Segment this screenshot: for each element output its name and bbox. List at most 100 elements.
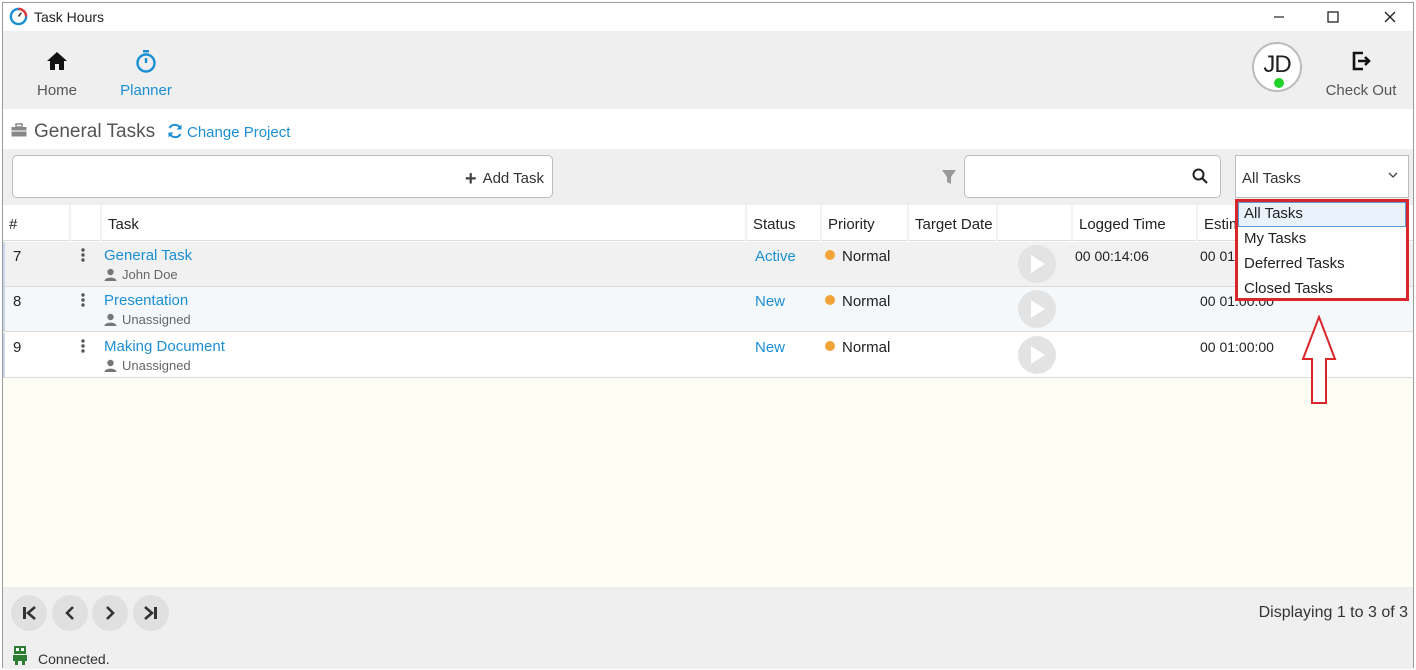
task-name-link[interactable]: Making Document <box>104 338 225 355</box>
task-assignee: Unassigned <box>104 312 191 327</box>
change-project-label: Change Project <box>187 124 291 141</box>
priority-label: Normal <box>825 339 890 356</box>
nav-check-out-label: Check Out <box>1325 82 1397 99</box>
row-id: 9 <box>13 339 22 356</box>
avatar-initials: JD <box>1263 51 1291 78</box>
priority-label: Normal <box>825 248 890 265</box>
task-filter-select[interactable]: All Tasks <box>1235 155 1409 198</box>
nav-home[interactable]: Home <box>17 49 97 99</box>
column-header-id: # <box>9 216 18 233</box>
maximize-button[interactable] <box>1304 3 1362 31</box>
last-page-button[interactable] <box>133 595 169 631</box>
status-label[interactable]: Active <box>755 248 796 265</box>
start-timer-button[interactable] <box>1018 245 1056 283</box>
plus-icon: + <box>464 168 477 190</box>
estimated-time: 00 01:00:00 <box>1200 339 1274 355</box>
dropdown-option-deferred-tasks[interactable]: Deferred Tasks <box>1238 252 1406 277</box>
first-page-button[interactable] <box>11 595 47 631</box>
row-menu-icon[interactable] <box>81 293 85 307</box>
task-filter-selected: All Tasks <box>1242 170 1301 187</box>
search-icon[interactable] <box>1192 168 1208 184</box>
play-icon <box>1031 255 1045 273</box>
user-icon <box>104 313 117 326</box>
column-header-actions <box>69 205 100 241</box>
maximize-icon <box>1327 11 1339 23</box>
online-status-dot <box>1274 78 1284 88</box>
column-header-priority[interactable]: Priority <box>820 205 907 241</box>
priority-dot-icon <box>825 250 835 260</box>
filter-icon[interactable] <box>941 169 957 185</box>
last-page-icon <box>144 606 157 620</box>
check-out-icon <box>1352 51 1371 71</box>
status-bar: Connected. <box>3 637 1413 669</box>
user-avatar[interactable]: JD <box>1252 42 1302 92</box>
header-nav: Home Planner JD Check Out <box>3 31 1413 109</box>
close-button[interactable] <box>1361 3 1416 31</box>
play-icon <box>1031 300 1045 318</box>
nav-home-label: Home <box>36 82 77 99</box>
app-window: Task Hours Home Planner JD Check Out Gen… <box>2 2 1414 669</box>
task-filter-dropdown: All Tasks My Tasks Deferred Tasks Closed… <box>1235 199 1409 301</box>
column-header-timer <box>996 205 1071 241</box>
app-logo-icon <box>9 7 28 26</box>
toolbar: + Add Task All Tasks <box>3 149 1413 205</box>
priority-text: Normal <box>842 293 891 310</box>
row-menu-icon[interactable] <box>81 339 85 353</box>
add-task-field[interactable]: + Add Task <box>12 155 553 198</box>
status-label[interactable]: New <box>755 293 785 310</box>
search-field[interactable] <box>964 155 1221 198</box>
minimize-button[interactable] <box>1250 3 1308 31</box>
project-title: General Tasks <box>34 121 156 142</box>
start-timer-button[interactable] <box>1018 336 1056 374</box>
nav-planner[interactable]: Planner <box>106 49 186 99</box>
dropdown-option-all-tasks[interactable]: All Tasks <box>1238 202 1406 227</box>
annotation-arrow-icon <box>1301 315 1337 404</box>
start-timer-button[interactable] <box>1018 290 1056 328</box>
status-label[interactable]: New <box>755 339 785 356</box>
row-id: 7 <box>13 248 22 265</box>
title-bar: Task Hours <box>3 3 1413 31</box>
column-header-status[interactable]: Status <box>745 205 820 241</box>
stopwatch-icon <box>136 50 156 73</box>
table-row[interactable]: 8 Presentation Unassigned New Normal 00 … <box>3 287 1413 332</box>
first-page-icon <box>23 606 36 620</box>
chevron-right-icon <box>106 606 115 620</box>
minimize-icon <box>1274 16 1284 18</box>
chevron-left-icon <box>65 606 74 620</box>
add-task-input[interactable] <box>21 164 441 190</box>
priority-text: Normal <box>842 248 891 265</box>
column-header-logged-time[interactable]: Logged Time <box>1071 205 1196 241</box>
task-assignee: Unassigned <box>104 358 191 373</box>
assignee-name: Unassigned <box>122 312 191 327</box>
assignee-name: Unassigned <box>122 358 191 373</box>
priority-dot-icon <box>825 341 835 351</box>
column-header-task[interactable]: Task <box>100 205 745 241</box>
task-assignee: John Doe <box>104 267 178 282</box>
user-icon <box>104 268 117 281</box>
nav-check-out[interactable]: Check Out <box>1321 49 1401 99</box>
priority-dot-icon <box>825 295 835 305</box>
dropdown-option-my-tasks[interactable]: My Tasks <box>1238 227 1406 252</box>
row-menu-icon[interactable] <box>81 248 85 262</box>
estimated-time: 00 01 <box>1200 248 1236 264</box>
table-row[interactable]: 7 General Task John Doe Active Normal 00… <box>3 242 1413 287</box>
task-name-link[interactable]: Presentation <box>104 292 188 309</box>
connection-status: Connected. <box>38 651 110 667</box>
play-icon <box>1031 346 1045 364</box>
priority-label: Normal <box>825 293 890 310</box>
project-bar: General Tasks Change Project <box>3 109 1413 149</box>
table-header: # Task Status Priority Target Date Logge… <box>3 205 1413 241</box>
search-input[interactable] <box>973 164 1183 190</box>
previous-page-button[interactable] <box>52 595 88 631</box>
table-row[interactable]: 9 Making Document Unassigned New Normal … <box>3 333 1413 378</box>
column-header-target-date[interactable]: Target Date <box>907 205 996 241</box>
next-page-button[interactable] <box>92 595 128 631</box>
dropdown-option-closed-tasks[interactable]: Closed Tasks <box>1238 277 1406 302</box>
task-name-link[interactable]: General Task <box>104 247 192 264</box>
row-id: 8 <box>13 293 22 310</box>
nav-planner-label: Planner <box>120 82 172 99</box>
connection-robot-icon <box>13 646 27 665</box>
add-task-button[interactable]: + Add Task <box>465 168 544 191</box>
change-project-link[interactable]: Change Project <box>167 123 290 141</box>
task-table: # Task Status Priority Target Date Logge… <box>3 205 1413 587</box>
